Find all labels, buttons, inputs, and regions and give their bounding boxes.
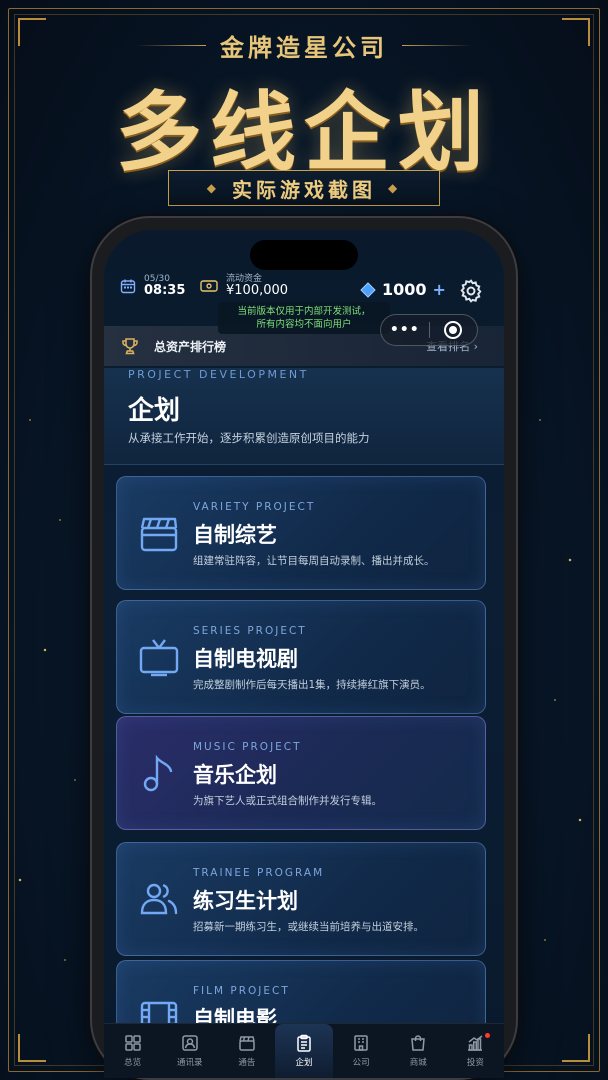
- tab-label: 企划: [295, 1058, 313, 1068]
- tab-invest[interactable]: 投资: [447, 1024, 504, 1078]
- add-gems-button[interactable]: +: [433, 280, 446, 299]
- promo-title: 多线企划: [116, 82, 492, 183]
- phone-frame: 05/30 08:35 流动资金 ¥100,000 1000 + 当前版本仅用于…: [92, 218, 516, 1078]
- tab-label: 通告: [238, 1058, 256, 1068]
- tab-company[interactable]: 公司: [333, 1024, 390, 1078]
- tab-notices[interactable]: 通告: [218, 1024, 275, 1078]
- users-icon: [140, 883, 178, 915]
- tab-label: 总览: [124, 1058, 142, 1068]
- project-header: PROJECT DEVELOPMENT 企划 从承接工作开始，逐步积累创造原创项…: [104, 368, 504, 465]
- tab-overview[interactable]: 总览: [104, 1024, 161, 1078]
- tab-label: 商城: [409, 1058, 427, 1068]
- building-icon: [354, 1035, 368, 1051]
- shopping-bag-icon: [411, 1035, 426, 1051]
- chart-icon: [468, 1035, 483, 1051]
- hero-description: 从承接工作开始，逐步积累创造原创项目的能力: [128, 431, 370, 445]
- card-eyebrow: FILM PROJECT: [193, 985, 290, 997]
- card-title: 自制电视剧: [193, 647, 298, 671]
- project-list: VARIETY PROJECT 自制综艺 组建常驻阵容，让节目每周自动录制、播出…: [104, 476, 504, 1024]
- tab-shop[interactable]: 商城: [390, 1024, 447, 1078]
- card-description: 组建常驻阵容，让节目每周自动录制、播出并成长。: [193, 555, 435, 567]
- frame-corner: [562, 1034, 590, 1062]
- card-title: 自制电影: [193, 1007, 277, 1024]
- overview-icon: [124, 1035, 141, 1051]
- time-text: 08:35: [144, 283, 186, 298]
- notification-badge: [484, 1033, 490, 1038]
- trainee-program-card[interactable]: TRAINEE PROGRAM 练习生计划 招募新一期练习生，或继续当前培养与出…: [116, 842, 486, 956]
- contacts-icon: [181, 1035, 198, 1051]
- target-icon: [444, 321, 463, 339]
- hero-eyebrow: PROJECT DEVELOPMENT: [128, 368, 309, 381]
- film-project-card[interactable]: FILM PROJECT 自制电影: [116, 960, 486, 1024]
- mini-program-capsule: •••: [380, 314, 478, 346]
- card-title: 练习生计划: [193, 889, 298, 913]
- frame-corner: [18, 1034, 46, 1062]
- dynamic-island: [250, 240, 358, 270]
- diamond-icon: ◆: [206, 181, 220, 195]
- promo-divider: [136, 45, 206, 46]
- card-description: 为旗下艺人或正式组合制作并发行专辑。: [193, 795, 382, 807]
- card-eyebrow: MUSIC PROJECT: [193, 741, 302, 753]
- tab-projects[interactable]: 企划: [275, 1024, 333, 1078]
- clipboard-icon: [297, 1034, 311, 1052]
- promo-subtitle: 金牌造星公司: [220, 33, 388, 62]
- calendar-icon: [120, 279, 136, 294]
- diamond-gem-icon: [360, 281, 376, 298]
- variety-project-card[interactable]: VARIETY PROJECT 自制综艺 组建常驻阵容，让节目每周自动录制、播出…: [116, 476, 486, 590]
- cash-icon: [200, 280, 218, 292]
- rank-label: 总资产排行榜: [154, 339, 227, 354]
- card-title: 音乐企划: [193, 763, 277, 787]
- clapper-icon: [239, 1036, 255, 1051]
- film-icon: [140, 1001, 178, 1024]
- clapperboard-icon: [140, 517, 178, 552]
- card-title: 自制综艺: [193, 523, 277, 547]
- tab-label: 通讯录: [176, 1058, 203, 1068]
- music-project-card[interactable]: MUSIC PROJECT 音乐企划 为旗下艺人或正式组合制作并发行专辑。: [116, 716, 486, 830]
- close-button[interactable]: [429, 321, 477, 339]
- phone-screen: 05/30 08:35 流动资金 ¥100,000 1000 + 当前版本仅用于…: [104, 230, 504, 1078]
- music-note-icon: [143, 754, 173, 792]
- money-value: ¥100,000: [226, 283, 289, 298]
- page-title: 企划: [128, 396, 181, 426]
- tab-contacts[interactable]: 通讯录: [161, 1024, 218, 1078]
- series-project-card[interactable]: SERIES PROJECT 自制电视剧 完成整剧制作后每天播出1集，持续捧红旗…: [116, 600, 486, 714]
- card-eyebrow: SERIES PROJECT: [193, 625, 307, 637]
- money-display[interactable]: 流动资金 ¥100,000: [200, 274, 288, 298]
- gear-icon[interactable]: [458, 278, 484, 304]
- promo-divider: [402, 45, 472, 46]
- promo-subtitle-row: 金牌造星公司: [0, 28, 608, 63]
- tab-label: 投资: [466, 1058, 484, 1068]
- tv-icon: [139, 639, 179, 677]
- gems-value: 1000: [382, 280, 427, 299]
- promo-badge-text: 实际游戏截图: [232, 177, 376, 202]
- more-menu-button[interactable]: •••: [381, 322, 429, 338]
- card-description: 完成整剧制作后每天播出1集，持续捧红旗下演员。: [193, 679, 431, 691]
- card-eyebrow: VARIETY PROJECT: [193, 501, 316, 513]
- date-display: 05/30 08:35: [120, 274, 185, 298]
- diamond-icon: ◆: [388, 181, 402, 195]
- trophy-icon: [122, 338, 138, 355]
- dev-notice-line: 当前版本仅用于内部开发测试，: [237, 306, 371, 317]
- promo-badge: ◆ 实际游戏截图 ◆: [167, 170, 441, 206]
- gems-display[interactable]: 1000 +: [360, 280, 446, 299]
- dev-notice: 当前版本仅用于内部开发测试， 所有内容均不面向用户: [218, 302, 390, 334]
- tab-label: 公司: [352, 1058, 370, 1068]
- dev-notice-line: 所有内容均不面向用户: [256, 319, 352, 330]
- bottom-tab-bar: 总览 通讯录 通告 企划 公司 商城 投资: [104, 1023, 504, 1078]
- promo-badge-wrap: ◆ 实际游戏截图 ◆: [0, 170, 608, 206]
- card-description: 招募新一期练习生，或继续当前培养与出道安排。: [193, 921, 424, 933]
- card-eyebrow: TRAINEE PROGRAM: [193, 867, 325, 879]
